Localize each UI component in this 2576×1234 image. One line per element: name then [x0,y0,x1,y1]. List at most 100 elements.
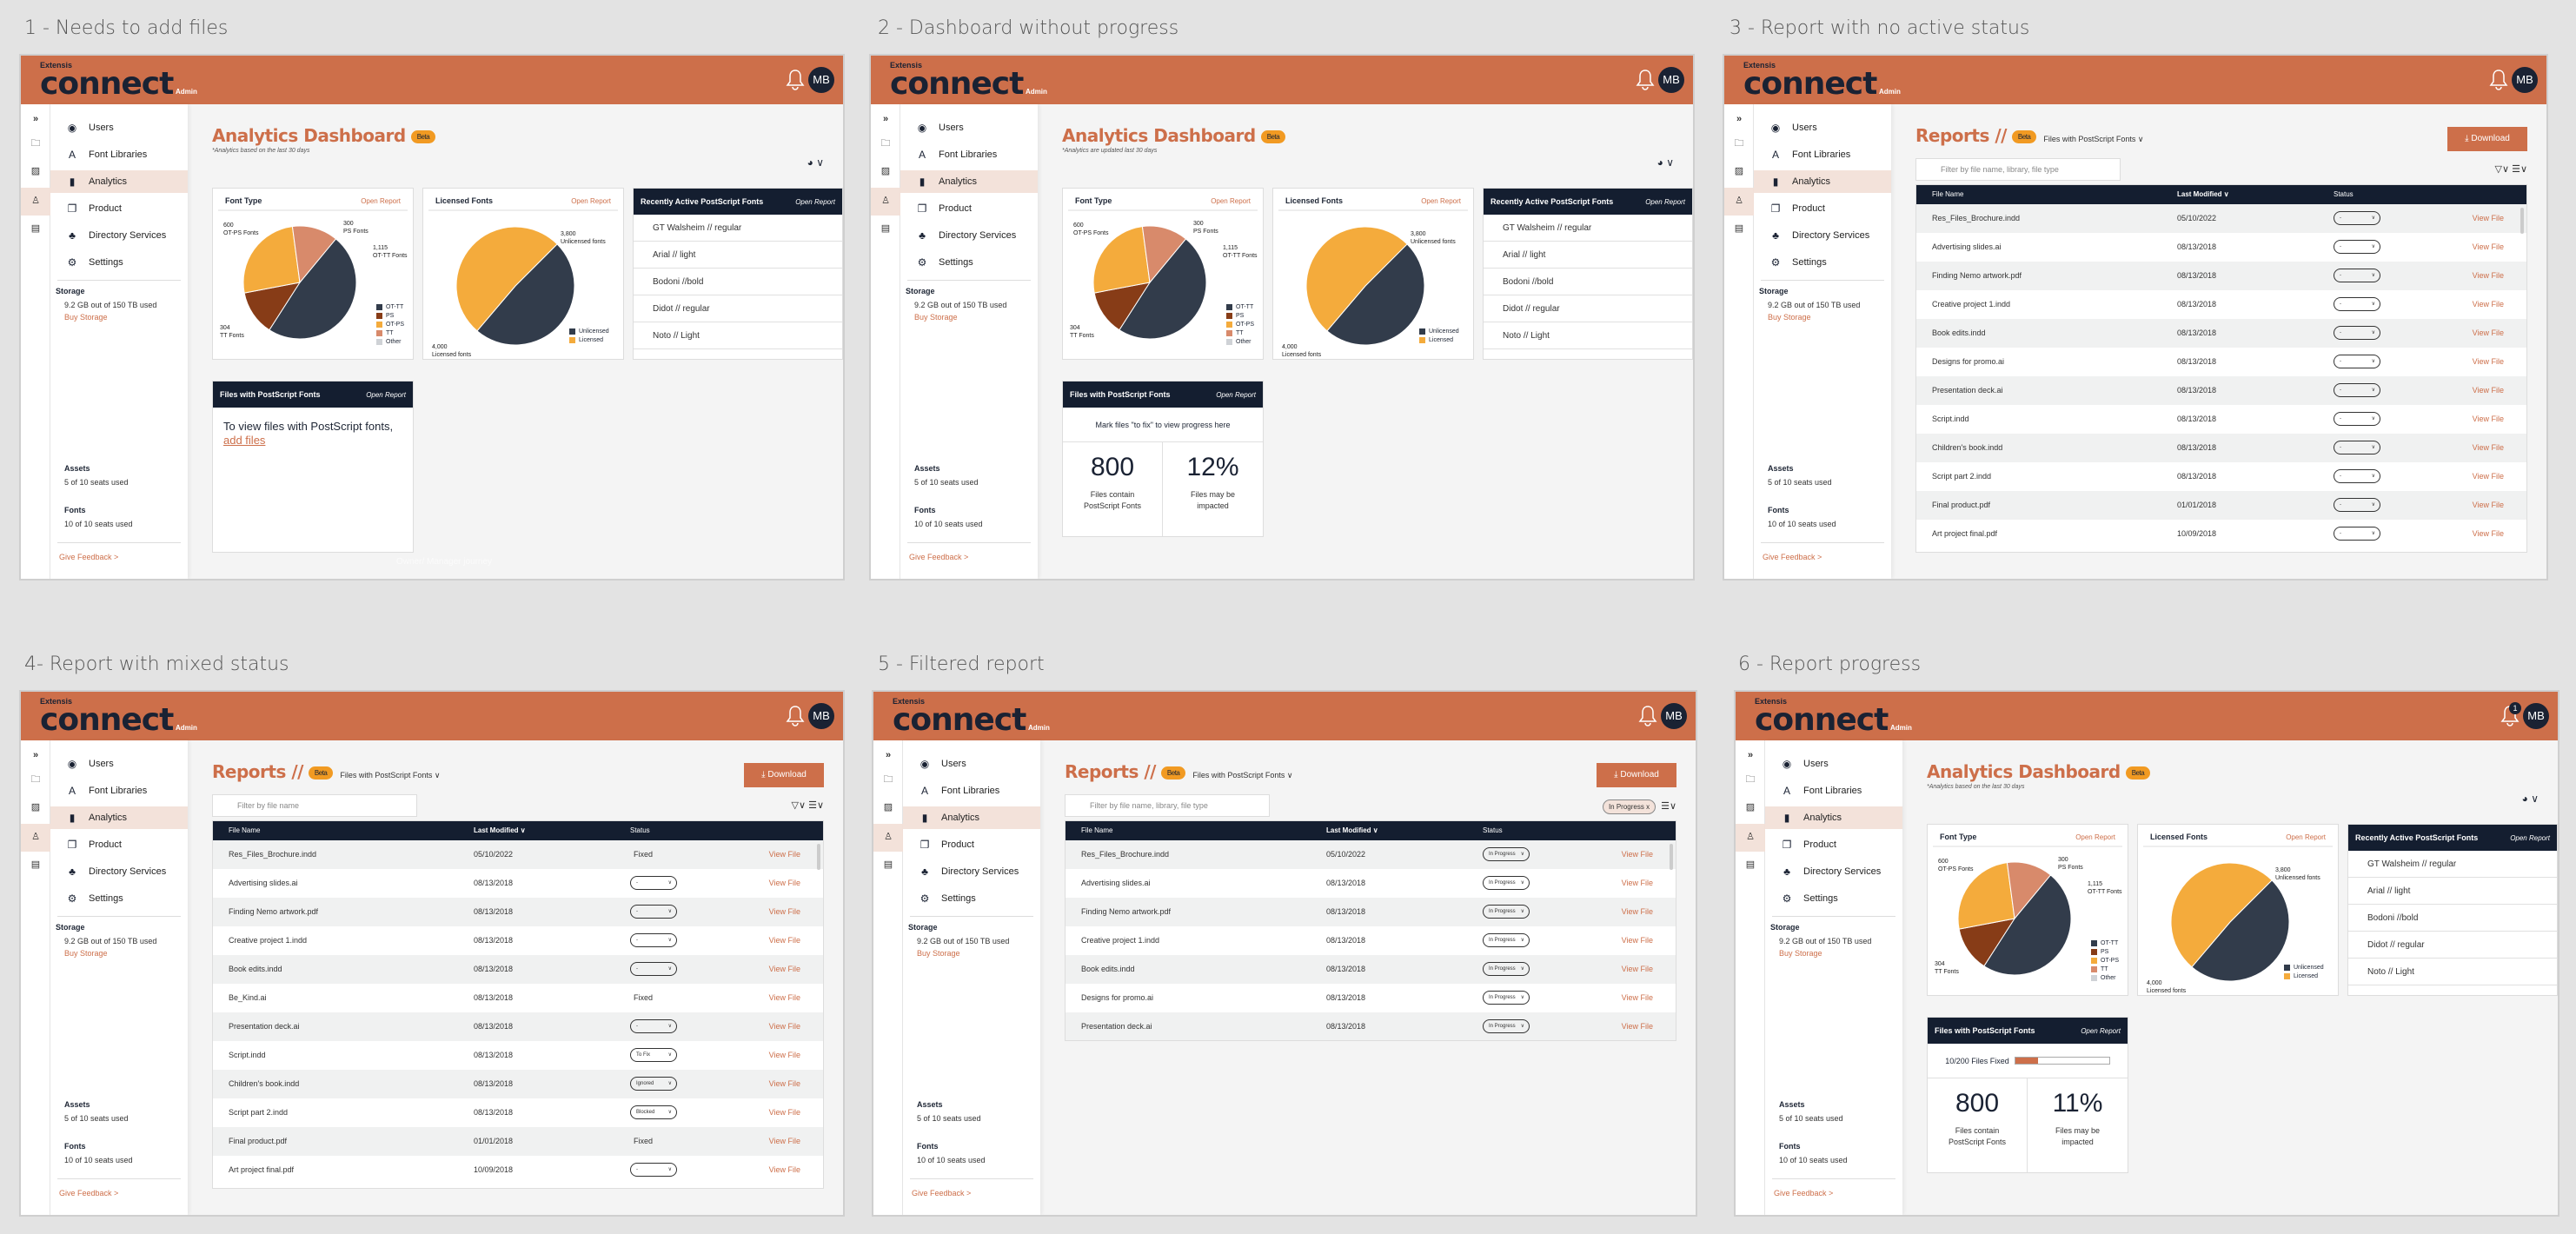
sidebar-item-product[interactable]: ❐ Product [900,197,1038,220]
view-file-link[interactable]: View File [2473,300,2504,308]
bell-icon[interactable] [786,68,805,90]
view-file-link[interactable]: View File [1622,1022,1653,1031]
view-file-link[interactable]: View File [2473,242,2504,251]
open-report-link[interactable]: Open Report [1421,197,1461,205]
filter-chip-in-progress[interactable]: In Progress x [1602,799,1656,814]
status-dropdown[interactable]: In Progress ∨ [1483,1019,1530,1033]
recent-font-item[interactable]: Noto // Light [2348,959,2557,985]
give-feedback-link[interactable]: Give Feedback > [912,1189,971,1198]
status-dropdown[interactable]: In Progress ∨ [1483,905,1530,919]
buy-storage-link[interactable]: Buy Storage [1779,949,1822,958]
view-file-link[interactable]: View File [2473,472,2504,481]
table-scrollbar[interactable] [817,844,820,870]
list-view-icon[interactable]: ☰∨ [2512,164,2527,175]
give-feedback-link[interactable]: Give Feedback > [1763,553,1822,561]
sidebar-item-directory-services[interactable]: ♣ Directory Services [50,224,188,247]
status-dropdown[interactable]: In Progress ∨ [1483,933,1530,947]
open-report-link[interactable]: Open Report [2075,833,2115,841]
list-view-icon[interactable]: ☰∨ [1661,801,1676,812]
brand-connect-logo[interactable]: connect [1755,702,1889,738]
download-button[interactable]: ⤓ Download [2447,127,2527,151]
buy-storage-link[interactable]: Buy Storage [917,949,960,958]
status-dropdown[interactable]: - ∨ [2334,211,2380,225]
buy-storage-link[interactable]: Buy Storage [64,949,108,958]
download-button[interactable]: ⤓ Download [744,763,824,787]
sidebar-item-analytics[interactable]: ▮ Analytics [903,806,1040,829]
report-select[interactable]: Files with PostScript Fonts ∨ [1192,771,1292,780]
reports-icon[interactable]: ▤ [878,221,893,236]
status-dropdown[interactable]: - ∨ [2334,355,2380,368]
bell-icon[interactable] [2489,68,2508,90]
buy-storage-link[interactable]: Buy Storage [1768,313,1811,322]
sidebar-item-product[interactable]: ❐ Product [903,833,1040,856]
status-dropdown[interactable]: - ∨ [630,933,677,947]
admin-user-icon[interactable]: ♙ [880,829,896,845]
recent-font-item[interactable]: Didot // regular [634,295,842,322]
sidebar-item-settings[interactable]: ⚙ Settings [50,251,188,274]
sidebar-item-product[interactable]: ❐ Product [50,197,188,220]
report-select[interactable]: Files with PostScript Fonts ∨ [340,771,440,780]
recent-font-item[interactable]: Didot // regular [1484,295,1692,322]
view-file-link[interactable]: View File [1622,965,1653,973]
expand-sidebar-icon[interactable]: » [878,111,893,127]
avatar[interactable]: MB [1658,67,1684,93]
give-feedback-link[interactable]: Give Feedback > [59,1189,118,1198]
image-icon[interactable]: ▨ [28,163,43,179]
filter-icon[interactable]: ▽∨ [792,800,809,811]
sidebar-item-font-libraries[interactable]: A Font Libraries [903,780,1040,802]
recent-font-item[interactable]: GT Walsheim // regular [634,215,842,242]
bell-icon[interactable] [1638,704,1657,726]
give-feedback-link[interactable]: Give Feedback > [1774,1189,1833,1198]
sidebar-item-users[interactable]: ◉ Users [903,753,1040,775]
sidebar-item-directory-services[interactable]: ♣ Directory Services [1765,860,1902,883]
chart-type-toggle[interactable]: ◕ ∨ [807,156,824,169]
brand-connect-logo[interactable]: connect [40,702,174,738]
table-scrollbar[interactable] [2520,208,2524,234]
expand-sidebar-icon[interactable]: » [1743,747,1758,763]
avatar[interactable]: MB [808,703,834,729]
image-icon[interactable]: ▨ [28,799,43,815]
sidebar-item-font-libraries[interactable]: A Font Libraries [1765,780,1902,802]
sidebar-item-analytics[interactable]: ▮ Analytics [1765,806,1902,829]
expand-sidebar-icon[interactable]: » [880,747,896,763]
open-report-link[interactable]: Open Report [1211,197,1251,205]
view-file-link[interactable]: View File [769,1051,800,1059]
give-feedback-link[interactable]: Give Feedback > [909,553,968,561]
status-dropdown[interactable]: In Progress ∨ [1483,847,1530,861]
status-dropdown[interactable]: - ∨ [2334,383,2380,397]
status-dropdown[interactable]: - ∨ [630,905,677,919]
recent-font-item[interactable]: GT Walsheim // regular [1484,215,1692,242]
bell-icon[interactable] [786,704,805,726]
open-report-link[interactable]: Open Report [2286,833,2326,841]
status-dropdown[interactable]: - ∨ [630,962,677,976]
sidebar-item-directory-services[interactable]: ♣ Directory Services [900,224,1038,247]
view-file-link[interactable]: View File [1622,879,1653,887]
recent-font-item[interactable]: Bodoni //bold [2348,905,2557,932]
status-dropdown[interactable]: - ∨ [2334,412,2380,426]
bell-icon[interactable] [1636,68,1655,90]
status-dropdown[interactable]: - ∨ [630,1163,677,1177]
status-dropdown[interactable]: - ∨ [2334,240,2380,254]
open-report-link[interactable]: Open Report [361,197,401,205]
chart-type-toggle[interactable]: ◕ ∨ [1657,156,1674,169]
status-dropdown[interactable]: - ∨ [2334,269,2380,282]
admin-user-icon[interactable]: ♙ [28,193,43,209]
view-file-link[interactable]: View File [1622,993,1653,1002]
sidebar-item-users[interactable]: ◉ Users [1754,116,1891,139]
sidebar-item-analytics[interactable]: ▮ Analytics [50,170,188,193]
brand-connect-logo[interactable]: connect [40,66,174,102]
avatar[interactable]: MB [2512,67,2538,93]
sidebar-item-font-libraries[interactable]: A Font Libraries [50,780,188,802]
sidebar-item-directory-services[interactable]: ♣ Directory Services [903,860,1040,883]
admin-user-icon[interactable]: ♙ [1743,829,1758,845]
font-folder-icon[interactable]: 🗀 [28,772,43,787]
sidebar-item-analytics[interactable]: ▮ Analytics [50,806,188,829]
font-folder-icon[interactable]: 🗀 [1743,772,1758,787]
recent-font-item[interactable]: Arial // light [1484,242,1692,269]
sidebar-item-users[interactable]: ◉ Users [50,116,188,139]
sidebar-item-settings[interactable]: ⚙ Settings [1754,251,1891,274]
status-dropdown[interactable]: - ∨ [2334,441,2380,454]
sidebar-item-analytics[interactable]: ▮ Analytics [1754,170,1891,193]
brand-connect-logo[interactable]: connect [893,702,1026,738]
expand-sidebar-icon[interactable]: » [28,111,43,127]
